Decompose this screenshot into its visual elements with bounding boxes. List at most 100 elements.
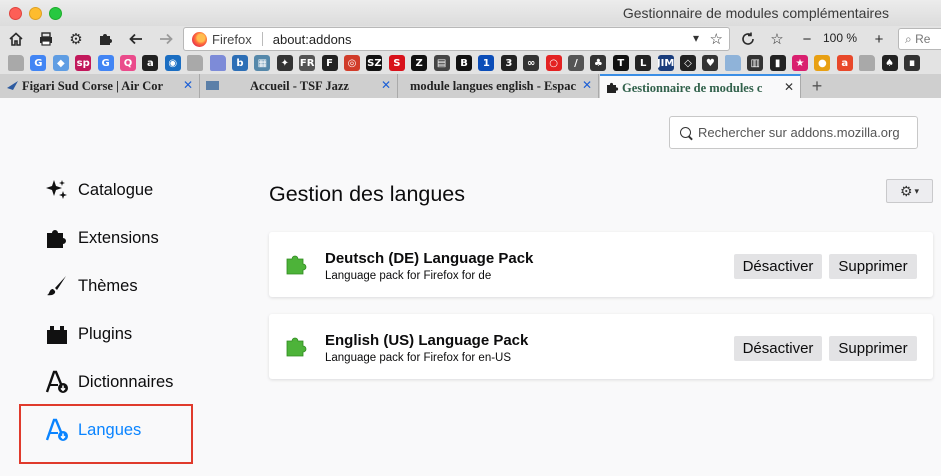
gear-icon[interactable]: ⚙ <box>66 29 86 49</box>
tab-label: Gestionnaire de modules c <box>622 81 763 95</box>
site-icon[interactable]: 1 <box>478 55 495 71</box>
forward-icon[interactable] <box>156 29 176 49</box>
site-icon[interactable]: ♣ <box>590 55 607 71</box>
navigation-toolbar: ⚙ Firefox about:addons ▾ ☆ ☆ − 100 % + ⌕… <box>0 26 941 52</box>
site-icon[interactable]: ◉ <box>164 55 181 71</box>
remove-button[interactable]: Supprimer <box>829 254 917 279</box>
google-icon[interactable]: G <box>97 55 114 71</box>
fnp-icon[interactable]: F <box>321 55 338 71</box>
fr-icon[interactable]: FR <box>299 55 316 71</box>
url-text[interactable]: about:addons <box>273 32 352 47</box>
amo-search-box[interactable] <box>669 116 918 149</box>
title-bar: Gestionnaire de modules complémentaires <box>0 0 941 26</box>
tab-addons-manager[interactable]: Gestionnaire de modules c ✕ <box>600 74 801 98</box>
chevron-down-icon[interactable]: ▾ <box>693 31 699 45</box>
gear-icon: ⚙ <box>899 182 913 199</box>
print-icon[interactable] <box>36 29 56 49</box>
tab-figari[interactable]: Figari Sud Corse | Air Cor ✕ <box>0 74 200 98</box>
url-bar[interactable]: Firefox about:addons ▾ ☆ <box>183 27 730 51</box>
plane-icon <box>7 81 18 90</box>
maximize-window-button[interactable] <box>49 7 62 20</box>
category-dictionaries[interactable]: Dictionnaires <box>44 367 173 397</box>
category-plugins[interactable]: Plugins <box>44 319 132 349</box>
addon-description: Language pack for Firefox for de <box>325 270 492 282</box>
bookmarks-toolbar: G ◆ sp G Qa ◉ b ▦ ✦ FR F ◎ SZ S Z ▤ B 1 3 ∞ ○ / ♣ T L JIM ◇ ♥ ▥ ▮ ★ ● a ♠… <box>0 52 941 74</box>
site-icon[interactable]: b <box>232 55 248 71</box>
tab-strip: Figari Sud Corse | Air Cor ✕ Accueil - T… <box>0 74 941 98</box>
disable-button[interactable]: Désactiver <box>734 254 822 279</box>
zoom-in-icon[interactable]: + <box>869 29 889 49</box>
zoom-out-icon[interactable]: − <box>797 29 817 49</box>
sp-icon[interactable]: sp <box>75 55 92 71</box>
amo-search-input[interactable] <box>698 125 908 140</box>
site-icon[interactable]: ▤ <box>433 55 450 71</box>
back-icon[interactable] <box>126 29 146 49</box>
zoom-level[interactable]: 100 % <box>823 31 857 45</box>
site-icon[interactable]: ♠ <box>881 55 898 71</box>
site-icon[interactable]: ▮ <box>769 55 786 71</box>
nyt-icon[interactable]: T <box>612 55 629 71</box>
close-tab-icon[interactable]: ✕ <box>181 78 193 92</box>
site-icon[interactable]: ◎ <box>344 55 360 71</box>
category-extensions[interactable]: Extensions <box>44 223 159 253</box>
home-icon[interactable] <box>6 29 26 49</box>
site-icon[interactable]: ✦ <box>276 55 293 71</box>
site-icon[interactable]: ▦ <box>254 55 271 71</box>
folder-icon[interactable] <box>859 55 876 71</box>
minimize-window-button[interactable] <box>29 7 42 20</box>
site-icon[interactable]: ∞ <box>523 55 540 71</box>
close-tab-icon[interactable]: ✕ <box>781 80 794 94</box>
site-icon[interactable]: L <box>635 55 652 71</box>
qwant-icon[interactable]: Q <box>120 55 136 71</box>
folder-icon[interactable] <box>724 55 741 71</box>
bbc-icon[interactable]: B <box>456 55 472 71</box>
site-icon[interactable]: ○ <box>545 55 562 71</box>
puzzle-icon[interactable] <box>95 29 115 49</box>
puzzle-icon <box>607 82 619 93</box>
toolbar-search-input[interactable]: ⌕ Re <box>898 28 941 50</box>
remove-button[interactable]: Supprimer <box>829 336 917 361</box>
google-icon[interactable]: G <box>30 55 47 71</box>
site-icon[interactable]: ◇ <box>680 55 696 71</box>
category-themes[interactable]: Thèmes <box>44 271 138 301</box>
amazon-icon[interactable]: a <box>142 55 159 71</box>
sz-icon[interactable]: SZ <box>366 55 383 71</box>
site-icon[interactable]: ● <box>814 55 831 71</box>
new-tab-button[interactable]: + <box>803 74 831 98</box>
jim-icon[interactable]: JIM <box>657 55 674 71</box>
category-label: Extensions <box>78 228 159 247</box>
site-icon[interactable]: ★ <box>792 55 808 71</box>
url-separator <box>261 32 263 46</box>
tab-module-langues[interactable]: module langues english - Espac ✕ <box>398 74 599 98</box>
tab-tsf-jazz[interactable]: Accueil - TSF Jazz ✕ <box>200 74 398 98</box>
site-icon[interactable]: / <box>568 55 584 71</box>
z-icon[interactable]: Z <box>411 55 428 71</box>
site-icon[interactable]: ∎ <box>904 55 920 71</box>
site-icon[interactable]: a <box>836 55 853 71</box>
star-icon[interactable]: ☆ <box>710 30 723 48</box>
site-icon[interactable]: ♥ <box>702 55 719 71</box>
addon-description: Language pack for Firefox for en-US <box>325 352 512 364</box>
tools-menu-button[interactable]: ⚙ ▾ <box>886 179 933 203</box>
bookmark-icon[interactable]: ◆ <box>52 55 69 71</box>
firefox-icon <box>192 31 207 47</box>
category-catalogue[interactable]: Catalogue <box>44 175 153 205</box>
disable-button[interactable]: Désactiver <box>734 336 822 361</box>
tab-label: Accueil - TSF Jazz <box>250 79 349 93</box>
folder-icon[interactable] <box>209 55 226 71</box>
reload-icon[interactable] <box>738 29 758 49</box>
folder-icon[interactable] <box>8 55 24 71</box>
page-title: Gestion des langues <box>269 182 466 206</box>
addon-card[interactable]: Deutsch (DE) Language Pack Language pack… <box>269 232 933 297</box>
addon-card[interactable]: English (US) Language Pack Language pack… <box>269 314 933 379</box>
spiegel-icon[interactable]: S <box>388 55 405 71</box>
site-icon[interactable]: ▥ <box>747 55 764 71</box>
addon-name: English (US) Language Pack <box>325 332 529 349</box>
pocket-star-icon[interactable]: ☆ <box>767 29 787 49</box>
chevron-down-icon: ▾ <box>914 185 920 196</box>
site-icon[interactable]: 3 <box>500 55 517 71</box>
folder-icon[interactable] <box>187 55 204 71</box>
close-window-button[interactable] <box>9 7 22 20</box>
close-tab-icon[interactable]: ✕ <box>580 78 592 92</box>
close-tab-icon[interactable]: ✕ <box>379 78 391 92</box>
